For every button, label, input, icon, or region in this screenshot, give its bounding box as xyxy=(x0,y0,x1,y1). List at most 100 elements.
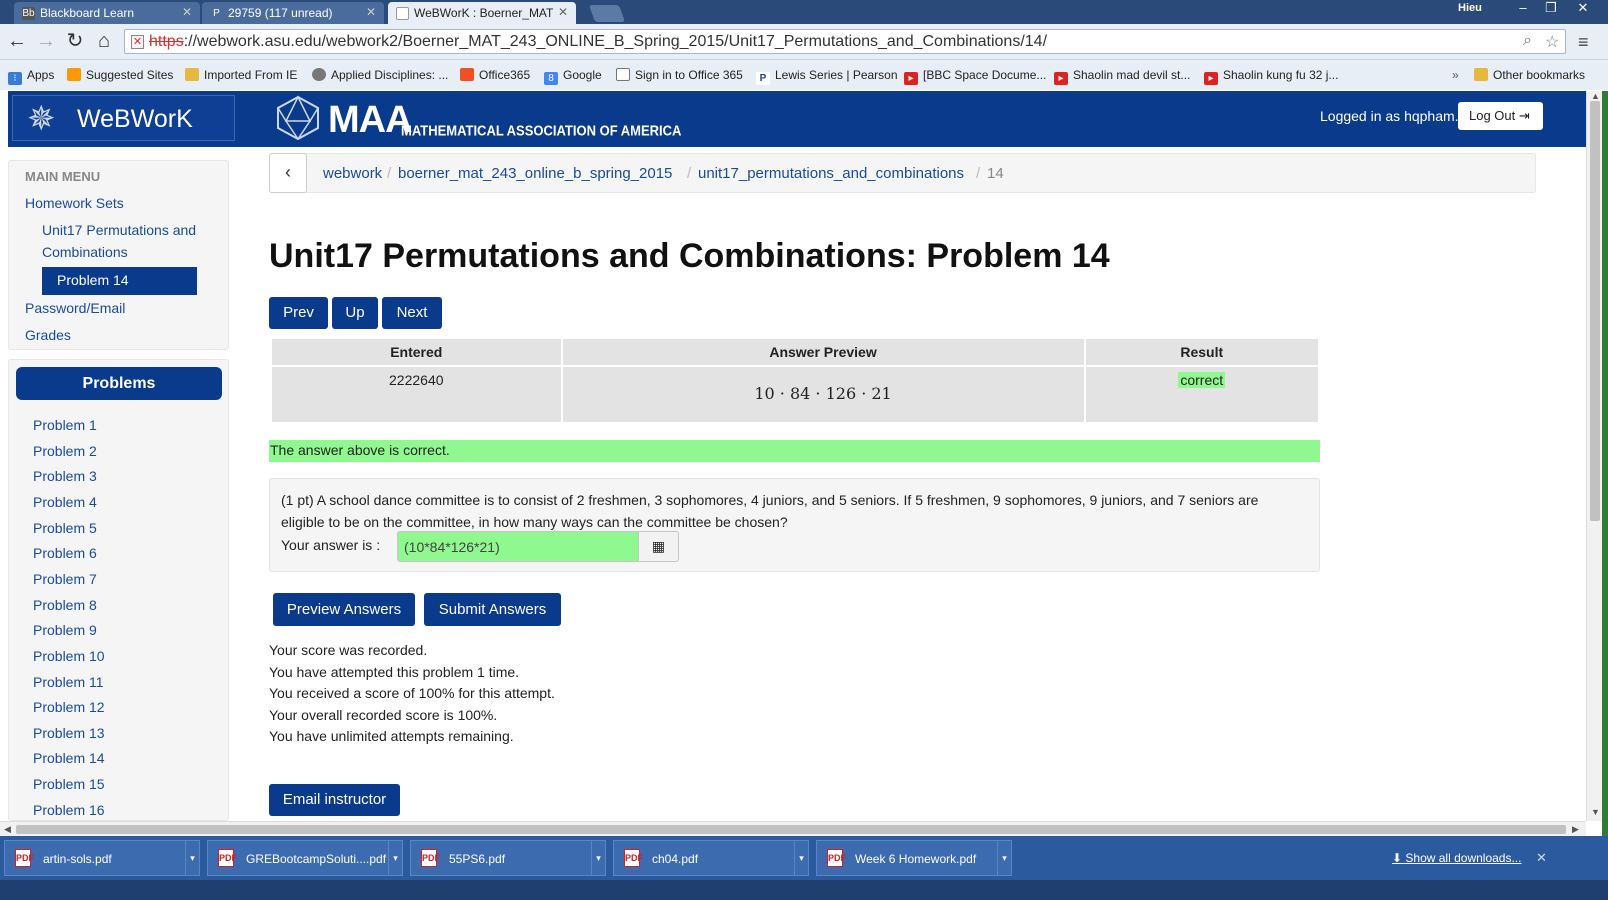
profile-name[interactable]: Hieu xyxy=(1458,2,1482,14)
set-link-line1[interactable]: Unit17 Permutations and xyxy=(42,220,196,241)
download-item[interactable]: PDF 55PS6.pdf ▾ xyxy=(410,840,606,876)
bookmark-google[interactable]: 8 Google xyxy=(544,68,602,85)
download-item[interactable]: PDF ch04.pdf ▾ xyxy=(613,840,809,876)
problem-link[interactable]: Problem 2 xyxy=(33,443,97,459)
next-button[interactable]: Next xyxy=(382,297,442,329)
prev-button[interactable]: Prev xyxy=(269,297,328,329)
correct-badge: correct xyxy=(1178,372,1226,388)
active-problem-item[interactable]: Problem 14 xyxy=(42,267,197,295)
breadcrumb-webwork[interactable]: webwork xyxy=(323,165,382,182)
tab-webwork[interactable]: WeBWorK : Boerner_MAT ✕ xyxy=(388,2,576,24)
problem-link[interactable]: Problem 6 xyxy=(33,545,97,561)
vertical-scrollbar[interactable]: ▲ ▼ xyxy=(1586,91,1602,821)
zoom-icon[interactable]: ⌕ xyxy=(1523,32,1532,50)
password-email-link[interactable]: Password/Email xyxy=(25,298,125,319)
tab-email[interactable]: P 29759 (117 unread) ✕ xyxy=(202,2,384,24)
close-shelf-icon[interactable]: ✕ xyxy=(1536,850,1547,866)
back-icon[interactable]: ← xyxy=(5,30,29,52)
bookmark-overflow-icon[interactable]: » xyxy=(1452,68,1459,82)
bookmark-other[interactable]: Other bookmarks xyxy=(1474,68,1585,82)
problem-link[interactable]: Problem 14 xyxy=(33,750,105,766)
logout-button[interactable]: Log Out ⇥ xyxy=(1458,102,1543,130)
chevron-down-icon[interactable]: ▾ xyxy=(185,841,199,875)
new-tab-button[interactable] xyxy=(588,5,626,22)
answer-input[interactable]: (10*84*126*21) xyxy=(397,531,639,562)
breadcrumb-current: 14 xyxy=(987,165,1004,182)
set-link-line2[interactable]: Combinations xyxy=(42,242,128,263)
minimize-icon[interactable]: – xyxy=(1510,0,1536,15)
star-icon[interactable]: ☆ xyxy=(1545,32,1559,52)
problem-link[interactable]: Problem 3 xyxy=(33,468,97,484)
problem-link[interactable]: Problem 15 xyxy=(33,776,105,792)
close-icon[interactable]: ✕ xyxy=(558,5,568,19)
bookmark-shaolin-1[interactable]: ▸ Shaolin mad devil st... xyxy=(1054,68,1190,85)
breadcrumb-set[interactable]: unit17_permutations_and_combinations xyxy=(698,165,964,182)
problem-link[interactable]: Problem 12 xyxy=(33,699,105,715)
email-instructor-button[interactable]: Email instructor xyxy=(269,784,400,816)
chrome-menu-icon[interactable]: ≡ xyxy=(1578,32,1589,53)
mail-icon: P xyxy=(213,8,220,19)
problem-link[interactable]: Problem 9 xyxy=(33,622,97,638)
download-item[interactable]: PDF Week 6 Homework.pdf ▾ xyxy=(816,840,1012,876)
problem-link[interactable]: Problem 4 xyxy=(33,494,97,510)
chevron-down-icon[interactable]: ▾ xyxy=(997,841,1011,875)
reload-icon[interactable]: ↻ xyxy=(63,30,87,52)
bookmark-office-signin[interactable]: Sign in to Office 365 xyxy=(616,68,743,82)
scroll-up-icon[interactable]: ▲ xyxy=(1591,91,1600,101)
show-all-downloads-link[interactable]: ⬇ Show all downloads... xyxy=(1392,851,1521,865)
breadcrumb-course[interactable]: boerner_mat_243_online_b_spring_2015 xyxy=(398,165,672,182)
scroll-right-icon[interactable]: ▶ xyxy=(1572,824,1579,835)
bookmark-imported[interactable]: Imported From IE xyxy=(185,68,297,82)
bookmark-shaolin-2[interactable]: ▸ Shaolin kung fu 32 j... xyxy=(1204,68,1338,85)
column-header: Result xyxy=(1083,337,1321,367)
back-chevron-button[interactable]: ‹ xyxy=(269,153,307,193)
bookmark-label: Office365 xyxy=(479,68,531,82)
problem-link[interactable]: Problem 11 xyxy=(33,674,104,690)
home-icon[interactable]: ⌂ xyxy=(92,30,116,52)
webwork-logo[interactable]: ✵ WeBWorK xyxy=(12,95,235,141)
bookmark-pearson[interactable]: P Lewis Series | Pearson xyxy=(756,68,898,85)
logout-label: Log Out xyxy=(1469,108,1516,123)
insecure-lock-icon[interactable]: ✕ xyxy=(131,35,144,49)
bookmark-suggested[interactable]: Suggested Sites xyxy=(67,68,173,82)
restore-icon[interactable]: ❐ xyxy=(1538,0,1564,16)
chevron-down-icon[interactable]: ▾ xyxy=(388,841,402,875)
chevron-down-icon[interactable]: ▾ xyxy=(591,841,605,875)
tab-blackboard[interactable]: Bb Blackboard Learn ✕ xyxy=(14,2,200,24)
preview-answers-button[interactable]: Preview Answers xyxy=(273,593,415,626)
horizontal-scroll-thumb[interactable] xyxy=(16,825,1566,834)
url-bar[interactable]: ✕ https://webwork.asu.edu/webwork2/Boern… xyxy=(124,29,1566,54)
problem-link[interactable]: Problem 13 xyxy=(33,725,105,741)
problem-link[interactable]: Problem 7 xyxy=(33,571,97,587)
download-item[interactable]: PDF GREBootcampSoluti....pdf ▾ xyxy=(207,840,403,876)
close-window-icon[interactable]: ✕ xyxy=(1570,0,1596,16)
bookmark-label: Applied Disciplines: ... xyxy=(331,68,449,82)
bookmark-label: Lewis Series | Pearson xyxy=(775,68,898,82)
bookmark-bbc[interactable]: ▸ [BBC Space Docume... xyxy=(904,68,1046,85)
bookmark-office365[interactable]: Office365 xyxy=(460,68,530,82)
scroll-down-icon[interactable]: ▼ xyxy=(1591,807,1600,817)
problem-link[interactable]: Problem 5 xyxy=(33,520,97,536)
bookmark-apps[interactable]: ⁝ Apps xyxy=(8,68,54,85)
equation-editor-grid-icon[interactable]: ▦ xyxy=(638,531,679,562)
close-icon[interactable]: ✕ xyxy=(366,5,376,19)
scroll-left-icon[interactable]: ◀ xyxy=(4,824,11,835)
homework-sets-link[interactable]: Homework Sets xyxy=(25,193,124,214)
chevron-down-icon[interactable]: ▾ xyxy=(794,841,808,875)
bookmark-applied[interactable]: Applied Disciplines: ... xyxy=(312,68,448,82)
score-line: You have unlimited attempts remaining. xyxy=(269,728,514,744)
download-item[interactable]: PDF artin-sols.pdf ▾ xyxy=(4,840,200,876)
grades-link[interactable]: Grades xyxy=(25,325,71,346)
submit-answers-button[interactable]: Submit Answers xyxy=(424,593,561,626)
pdf-icon: PDF xyxy=(218,849,237,867)
vertical-scroll-thumb[interactable] xyxy=(1590,101,1600,521)
forward-icon[interactable]: → xyxy=(34,30,58,52)
problem-link[interactable]: Problem 10 xyxy=(33,648,105,664)
close-icon[interactable]: ✕ xyxy=(182,5,192,19)
problem-link[interactable]: Problem 16 xyxy=(33,802,105,818)
problem-link[interactable]: Problem 1 xyxy=(33,417,97,433)
up-button[interactable]: Up xyxy=(332,297,378,329)
page-title: Unit17 Permutations and Combinations: Pr… xyxy=(269,237,1110,275)
horizontal-scrollbar[interactable]: ◀ ▶ xyxy=(0,821,1586,836)
problem-link[interactable]: Problem 8 xyxy=(33,597,97,613)
